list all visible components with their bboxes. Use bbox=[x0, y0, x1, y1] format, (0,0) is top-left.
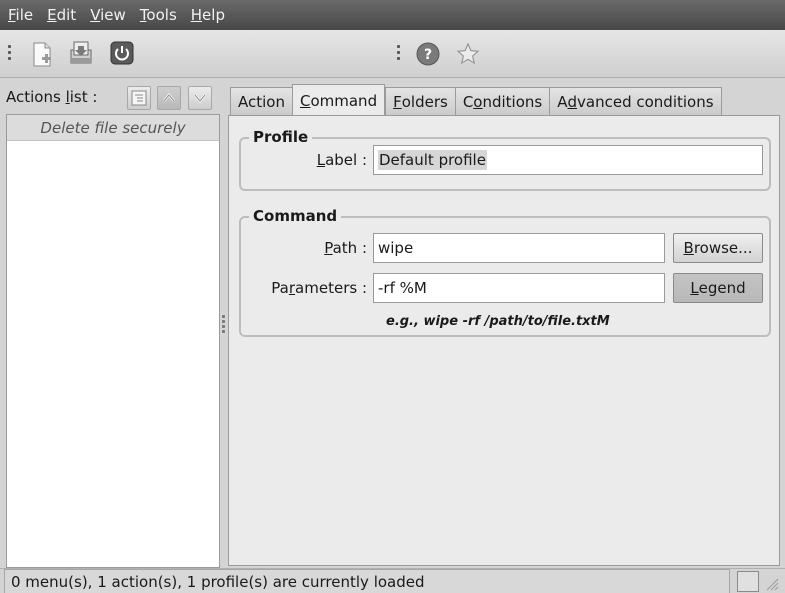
parameters-hint: e.g., wipe -rf /path/to/file.txtM bbox=[386, 314, 610, 329]
parameters-input[interactable]: -rf %M bbox=[373, 273, 665, 303]
actions-list[interactable]: Delete file securely bbox=[6, 114, 220, 568]
menu-help[interactable]: Help bbox=[191, 6, 225, 24]
status-indicator bbox=[737, 571, 759, 592]
resize-grip-icon[interactable] bbox=[763, 575, 779, 591]
move-up-button[interactable] bbox=[157, 86, 181, 110]
save-icon[interactable] bbox=[68, 40, 92, 64]
toolbar-grip[interactable] bbox=[8, 45, 12, 61]
command-group: Command Path : wipe Browse... Parameters… bbox=[239, 207, 771, 337]
tab-advanced-conditions[interactable]: Ad vanced conditions bbox=[549, 87, 722, 116]
browse-button[interactable]: Browse... bbox=[673, 233, 763, 263]
new-file-icon[interactable] bbox=[30, 42, 54, 67]
command-group-title: Command bbox=[249, 207, 342, 225]
status-bar: 0 menu(s), 1 action(s), 1 profile(s) are… bbox=[0, 568, 785, 593]
parameters-label: Parameters : bbox=[271, 279, 367, 297]
tab-command[interactable]: Command bbox=[291, 84, 386, 116]
legend-button[interactable]: Legend bbox=[673, 273, 763, 303]
tab-conditions[interactable]: Co nditions bbox=[454, 87, 550, 116]
status-text: 0 menu(s), 1 action(s), 1 profile(s) are… bbox=[4, 569, 730, 593]
tab-folders[interactable]: Folders bbox=[385, 87, 455, 116]
menu-edit[interactable]: Edit bbox=[47, 6, 76, 24]
path-input[interactable]: wipe bbox=[373, 233, 665, 263]
profile-label-input[interactable]: Default profile bbox=[373, 145, 763, 175]
profile-group-title: Profile bbox=[249, 128, 313, 146]
list-item[interactable]: Delete file securely bbox=[7, 115, 219, 141]
splitter-handle[interactable] bbox=[222, 315, 226, 335]
menu-tools[interactable]: Tools bbox=[140, 6, 177, 24]
command-tab-panel: Profile Label : Default profile Command … bbox=[228, 115, 780, 566]
help-icon[interactable]: ? bbox=[416, 42, 440, 66]
chevron-down-icon bbox=[194, 94, 206, 103]
actions-list-label: Actions list : bbox=[6, 88, 98, 106]
tab-action[interactable]: Action bbox=[230, 87, 292, 116]
svg-text:?: ? bbox=[424, 47, 432, 63]
profile-label-caption: Label : bbox=[316, 151, 367, 169]
actions-pane: Actions list : Delete file securely bbox=[0, 80, 222, 568]
menu-bar: File Edit View Tools Help bbox=[0, 0, 785, 30]
tree-icon bbox=[131, 90, 147, 106]
tab-bar: Action Command Folders Co nditions Ad vanc… bbox=[230, 84, 722, 116]
chevron-up-icon bbox=[163, 93, 175, 102]
star-icon[interactable] bbox=[456, 42, 480, 66]
menu-file[interactable]: File bbox=[8, 6, 33, 24]
menu-view[interactable]: View bbox=[90, 6, 126, 24]
quit-icon[interactable] bbox=[110, 41, 134, 65]
profile-group: Profile Label : Default profile bbox=[239, 128, 771, 191]
path-label: Path : bbox=[324, 239, 367, 257]
move-down-button[interactable] bbox=[188, 86, 212, 110]
expand-all-button[interactable] bbox=[127, 86, 151, 110]
toolbar-grip-2[interactable] bbox=[397, 45, 401, 61]
toolbar: ? bbox=[0, 30, 785, 78]
